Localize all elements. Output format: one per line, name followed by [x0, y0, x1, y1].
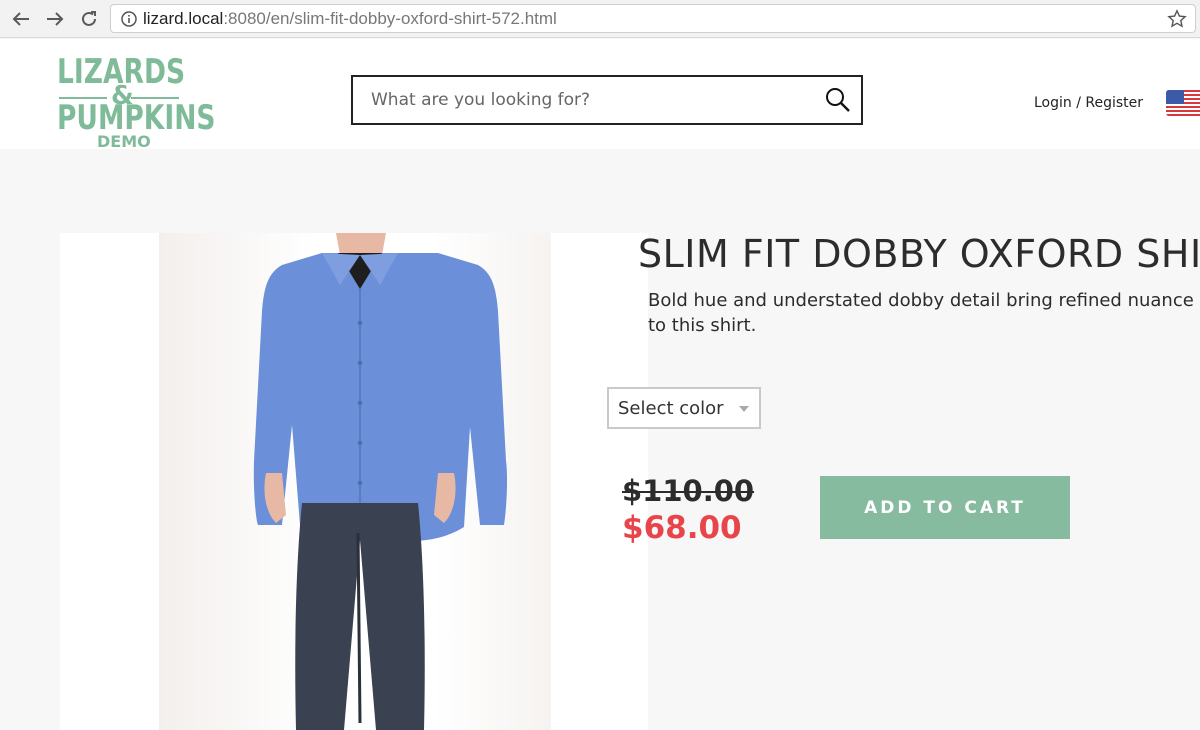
search-box	[351, 75, 863, 125]
add-to-cart-button[interactable]: ADD TO CART	[820, 476, 1070, 539]
sale-price: $68.00	[622, 510, 742, 546]
url-text: lizard.local:8080/en/slim-fit-dobby-oxfo…	[143, 9, 557, 29]
product-title: SLIM FIT DOBBY OXFORD SHIRT	[638, 232, 1200, 276]
address-bar[interactable]: lizard.local:8080/en/slim-fit-dobby-oxfo…	[110, 4, 1196, 33]
login-register-link[interactable]: Login / Register	[1034, 95, 1143, 111]
site-logo[interactable]: LIZARDS & PUMPKINS DEMO	[57, 52, 216, 155]
us-flag-icon[interactable]	[1166, 90, 1200, 116]
logo-rule-right	[131, 97, 179, 99]
color-select-value: Select color	[618, 398, 724, 419]
logo-line-2: PUMPKINS	[57, 98, 216, 138]
logo-line-1: LIZARDS	[57, 52, 186, 92]
reload-button[interactable]	[76, 7, 102, 31]
reload-icon	[82, 11, 96, 26]
chevron-down-icon	[739, 406, 749, 412]
bookmark-star-icon[interactable]	[1167, 9, 1187, 29]
shirt-model-illustration	[253, 233, 508, 730]
logo-rule-left	[59, 97, 107, 99]
search-icon[interactable]	[825, 87, 851, 113]
browser-toolbar: lizard.local:8080/en/slim-fit-dobby-oxfo…	[0, 0, 1200, 38]
info-icon	[121, 11, 137, 27]
old-price: $110.00	[622, 474, 755, 508]
forward-button[interactable]	[42, 7, 68, 31]
product-image[interactable]	[60, 233, 648, 730]
color-select[interactable]: Select color	[607, 387, 761, 429]
product-description: Bold hue and understated dobby detail br…	[648, 290, 1194, 336]
back-button[interactable]	[8, 7, 34, 31]
arrow-left-icon	[12, 12, 29, 26]
url-path: :8080/en/slim-fit-dobby-oxford-shirt-572…	[223, 9, 557, 28]
site-header: LIZARDS & PUMPKINS DEMO Login / Register	[0, 39, 1200, 150]
search-input[interactable]	[353, 77, 813, 123]
arrow-right-icon	[47, 12, 64, 26]
url-host: lizard.local	[143, 9, 224, 28]
